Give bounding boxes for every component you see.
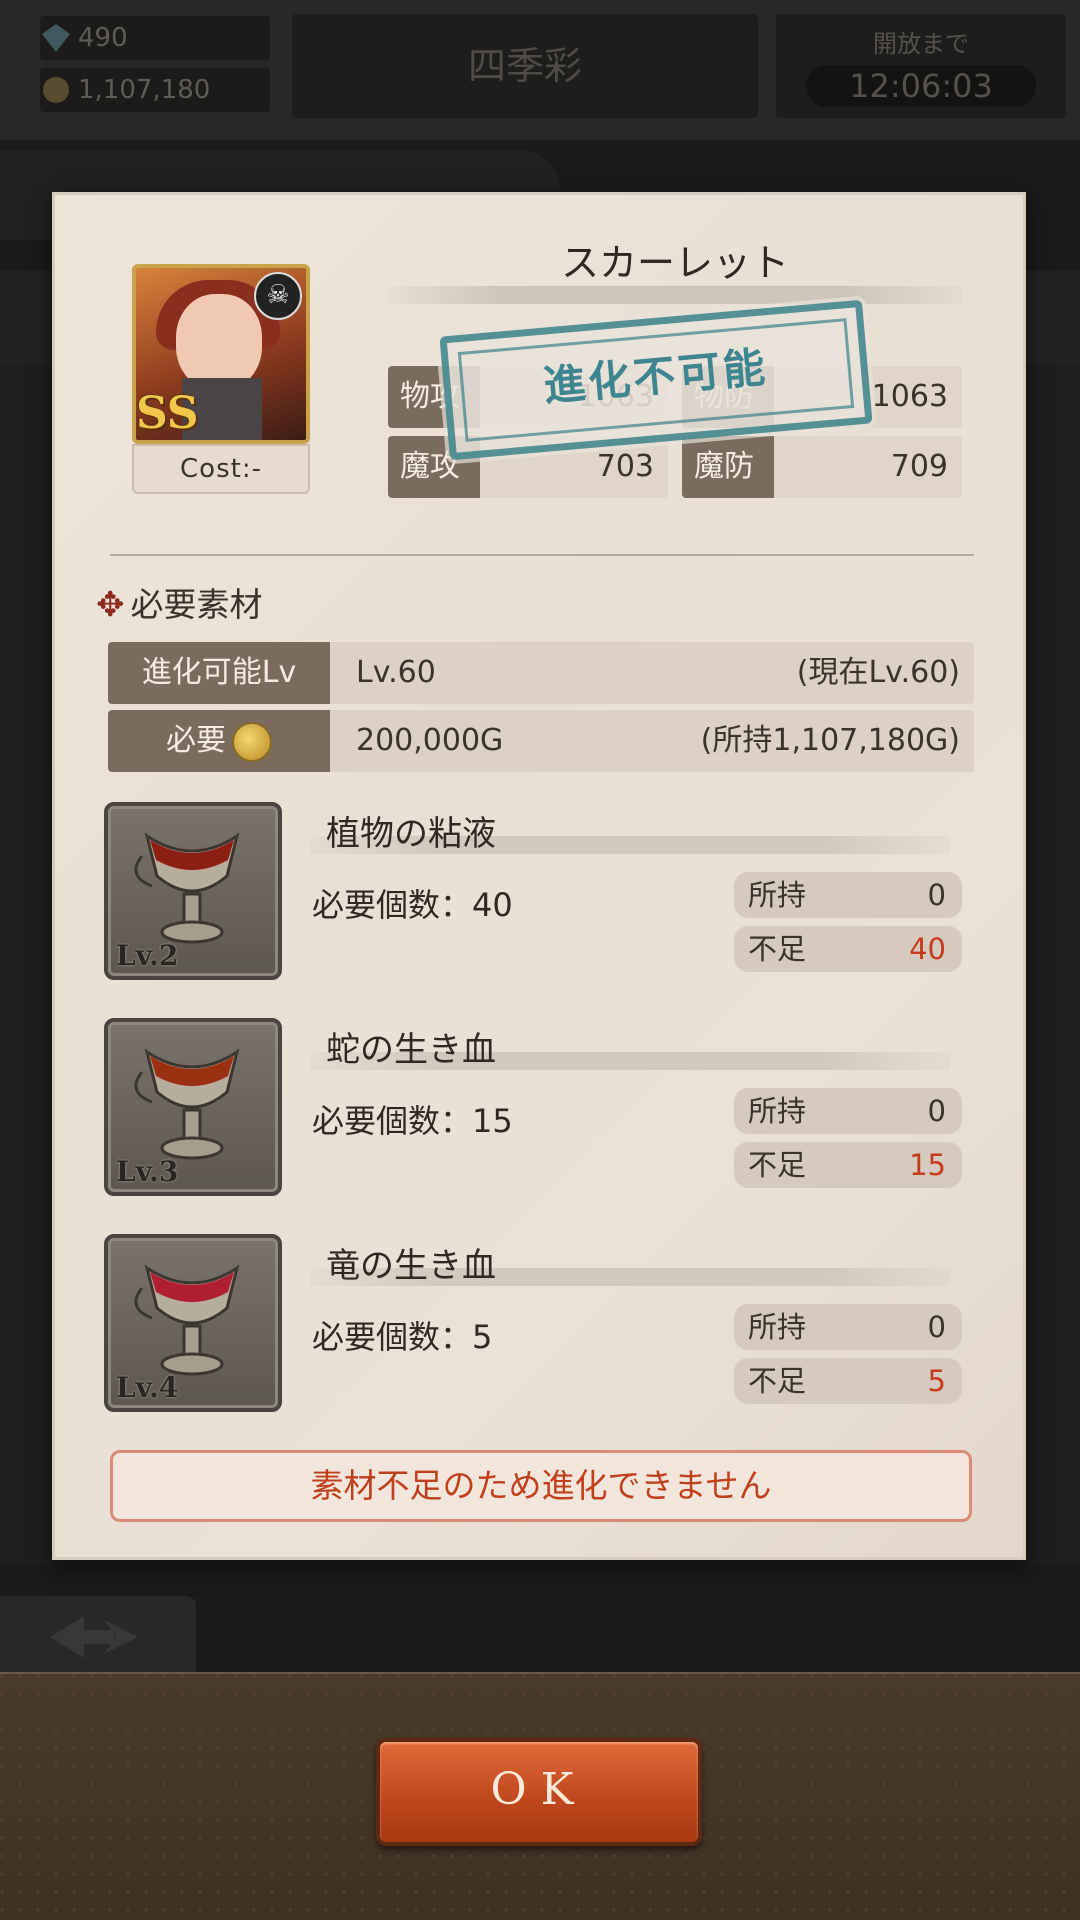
character-portrait: ☠ SS xyxy=(132,264,310,444)
owned-value: 0 xyxy=(927,1310,946,1344)
material-level: Lv.2 xyxy=(116,939,179,972)
required-gold-value: 200,000G xyxy=(356,723,504,758)
material-required-count: 必要個数：15 xyxy=(312,1102,513,1140)
stat-value: 709 xyxy=(890,449,948,484)
character-name: スカーレット xyxy=(560,241,789,285)
section-title-text: 必要素材 xyxy=(130,585,263,624)
material-level: Lv.3 xyxy=(116,1155,179,1188)
owned-label: 所持 xyxy=(748,1094,807,1128)
required-gold-label: 必要 xyxy=(108,710,330,772)
timer-value: 12:06:03 xyxy=(806,65,1036,107)
ok-button[interactable]: OK xyxy=(376,1738,702,1846)
divider xyxy=(110,554,974,556)
required-level-value: Lv.60 xyxy=(356,655,436,690)
coin-icon xyxy=(43,77,69,103)
stamp-text: 進化不可能 xyxy=(457,318,855,442)
coin-icon xyxy=(232,721,272,762)
section-title: ✥ 必要素材 xyxy=(96,578,263,626)
shortage-label: 不足 xyxy=(748,1148,807,1182)
owned-label: 所持 xyxy=(748,878,807,912)
material-icon[interactable]: Lv.2 xyxy=(104,802,282,980)
gem-count: 490 xyxy=(78,23,128,53)
gold-count: 1,107,180 xyxy=(78,75,211,105)
back-arrow-icon[interactable] xyxy=(44,1612,144,1662)
gem-counter: 490 xyxy=(40,16,270,60)
shortage-value: 15 xyxy=(909,1148,946,1182)
timer-label: 開放まで xyxy=(873,30,969,58)
material-name: 植物の粘液 xyxy=(326,814,496,854)
material-required-count: 必要個数：5 xyxy=(312,1318,493,1356)
top-header: 490 1,107,180 四季彩 開放まで 12:06:03 xyxy=(0,0,1080,140)
shortage-count-pill: 不足 15 xyxy=(734,1142,962,1188)
owned-count-pill: 所持 0 xyxy=(734,872,962,918)
rarity-badge: SS xyxy=(136,388,199,439)
owned-label: 所持 xyxy=(748,1310,807,1344)
name-underline xyxy=(388,286,962,304)
cost-label: Cost:- xyxy=(132,444,310,494)
owned-count-pill: 所持 0 xyxy=(734,1304,962,1350)
stat-mag-def: 魔防 709 xyxy=(682,436,962,498)
stat-label: 魔防 xyxy=(682,436,774,498)
required-level-label: 進化可能Lv xyxy=(108,642,330,704)
material-required-count: 必要個数：40 xyxy=(312,886,513,924)
shortage-count-pill: 不足 40 xyxy=(734,926,962,972)
goblet-icon xyxy=(134,1264,240,1376)
material-name: 竜の生き血 xyxy=(326,1246,496,1286)
shortage-label: 不足 xyxy=(748,1364,807,1398)
goblet-icon xyxy=(134,832,240,944)
owned-gold: (所持1,107,180G) xyxy=(700,723,960,758)
material-icon[interactable]: Lv.4 xyxy=(104,1234,282,1412)
stage-title: 四季彩 xyxy=(292,14,758,118)
shortage-label: 不足 xyxy=(748,932,807,966)
insufficient-materials-message: 素材不足のため進化できません xyxy=(110,1450,972,1522)
shortage-count-pill: 不足 5 xyxy=(734,1358,962,1404)
shortage-value: 5 xyxy=(927,1364,946,1398)
evolution-dialog: ☠ SS Cost:- スカーレット 物攻 1063 物防 1063 魔攻 70… xyxy=(52,192,1026,1560)
goblet-icon xyxy=(134,1048,240,1160)
owned-count-pill: 所持 0 xyxy=(734,1088,962,1134)
open-timer: 開放まで 12:06:03 xyxy=(776,14,1066,118)
gold-counter: 1,107,180 xyxy=(40,68,270,112)
owned-value: 0 xyxy=(927,1094,946,1128)
skull-icon: ☠ xyxy=(254,272,302,320)
required-gold-row: 必要 200,000G (所持1,107,180G) xyxy=(108,710,974,772)
current-level: (現在Lv.60) xyxy=(796,655,960,690)
shortage-value: 40 xyxy=(909,932,946,966)
ornament-icon: ✥ xyxy=(96,585,125,625)
stat-value: 1063 xyxy=(871,379,948,414)
required-level-row: 進化可能Lv Lv.60 (現在Lv.60) xyxy=(108,642,974,704)
material-icon[interactable]: Lv.3 xyxy=(104,1018,282,1196)
material-name: 蛇の生き血 xyxy=(326,1030,496,1070)
owned-value: 0 xyxy=(927,878,946,912)
material-level: Lv.4 xyxy=(116,1371,179,1404)
gem-icon xyxy=(42,24,70,52)
